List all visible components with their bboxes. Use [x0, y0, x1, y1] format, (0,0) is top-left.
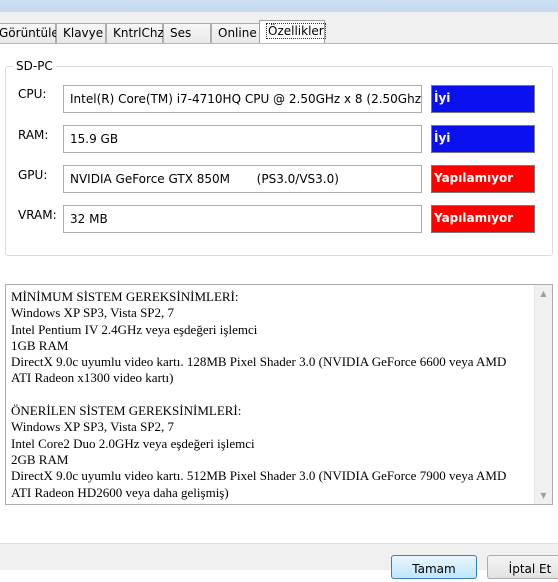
tab-ozellikler[interactable]: Özellikler	[259, 20, 326, 43]
requirements-text: MİNİMUM SİSTEM GEREKSİNİMLERİ: Windows X…	[11, 289, 531, 501]
tab-ses[interactable]: Ses	[163, 23, 211, 43]
requirements-line: DirectX 9.0c uyumlu video kartı. 128MB P…	[11, 354, 507, 370]
requirements-scrollbar[interactable]: ▲ ▼	[534, 285, 552, 504]
requirements-line: Windows XP SP3, Vista SP2, 7	[11, 419, 175, 435]
requirements-line: Intel Pentium IV 2.4GHz veya eşdeğeri iş…	[11, 321, 258, 337]
vram-status-badge: Yapılamıyor	[431, 205, 535, 233]
cpu-value-field: Intel(R) Core(TM) i7-4710HQ CPU @ 2.50GH…	[63, 85, 422, 113]
tab-goruntule[interactable]: Görüntüle	[0, 23, 59, 43]
system-groupbox: SD-PC CPU: Intel(R) Core(TM) i7-4710HQ C…	[5, 59, 553, 256]
tab-label: Klavye	[63, 26, 104, 40]
ram-label: RAM:	[18, 128, 49, 142]
tab-label: Ses	[170, 26, 192, 40]
gpu-status-badge: Yapılamıyor	[431, 165, 535, 193]
requirements-textbox[interactable]: MİNİMUM SİSTEM GEREKSİNİMLERİ: Windows X…	[5, 284, 553, 505]
tab-strip: Görüntüle Klavye KntrlChz Ses Online Öze…	[0, 20, 558, 44]
requirements-line: ATI Radeon x1300 video kartı)	[11, 370, 174, 386]
tab-kntrlchz[interactable]: KntrlChz	[106, 23, 164, 43]
requirements-line: Windows XP SP3, Vista SP2, 7	[11, 305, 175, 321]
ram-value-field: 15.9 GB	[63, 125, 422, 153]
requirements-line: 2GB RAM	[11, 451, 69, 467]
tab-label: KntrlChz	[113, 26, 164, 40]
cancel-button[interactable]: İptal Et	[487, 555, 558, 579]
tab-label: Online	[218, 26, 257, 40]
tab-klavye[interactable]: Klavye	[56, 23, 106, 43]
tab-label: Görüntüle	[0, 26, 59, 40]
properties-tab-pane: SD-PC CPU: Intel(R) Core(TM) i7-4710HQ C…	[0, 43, 558, 544]
vram-value-field: 32 MB	[63, 205, 422, 233]
requirements-line: ÖNERİLEN SİSTEM GEREKSİNİMLERİ:	[11, 403, 242, 419]
cpu-status-badge: İyi	[431, 85, 535, 113]
cpu-label: CPU:	[18, 87, 47, 101]
requirements-line: DirectX 9.0c uyumlu video kartı. 512MB P…	[11, 468, 507, 484]
footer-separator	[0, 543, 558, 544]
requirements-line	[11, 387, 531, 403]
requirements-line: ATI Radeon HD2600 veya daha gelişmiş)	[11, 484, 229, 500]
gpu-label: GPU:	[18, 168, 48, 182]
scroll-down-arrow-icon[interactable]: ▼	[535, 487, 552, 504]
requirements-line: MİNİMUM SİSTEM GEREKSİNİMLERİ:	[11, 289, 239, 304]
requirements-line: 1GB RAM	[11, 337, 69, 353]
tab-online[interactable]: Online	[211, 23, 260, 43]
group-title: SD-PC	[13, 59, 56, 73]
vram-label: VRAM:	[18, 208, 57, 222]
scroll-up-arrow-icon[interactable]: ▲	[535, 285, 552, 302]
options-dialog: Görüntüle Klavye KntrlChz Ses Online Öze…	[0, 12, 558, 579]
ram-status-badge: İyi	[431, 125, 535, 153]
ok-button[interactable]: Tamam	[391, 555, 477, 579]
requirements-line: Intel Core2 Duo 2.0GHz veya eşdeğeri işl…	[11, 435, 255, 451]
gpu-value-field: NVIDIA GeForce GTX 850M (PS3.0/VS3.0)	[63, 165, 422, 193]
tab-label: Özellikler	[266, 23, 326, 39]
